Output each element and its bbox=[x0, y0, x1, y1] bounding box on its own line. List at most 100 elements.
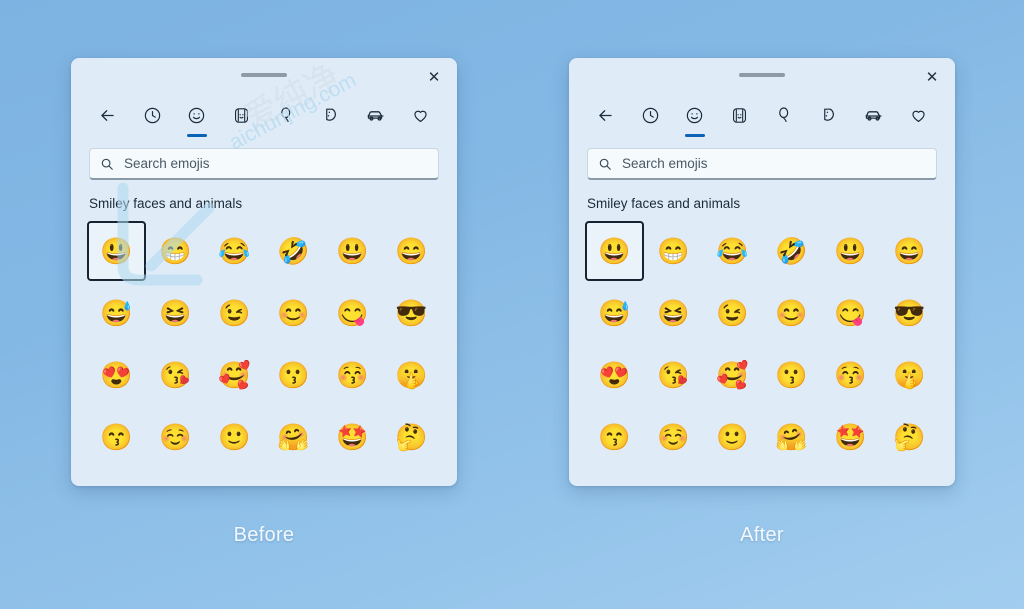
emoji-cell[interactable]: 😂 bbox=[205, 221, 264, 281]
emoji-cell[interactable]: 😁 bbox=[146, 221, 205, 281]
tab-back[interactable] bbox=[85, 94, 130, 136]
emoji-cell[interactable]: 😘 bbox=[146, 345, 205, 405]
back-icon bbox=[101, 109, 114, 121]
emoji-cell[interactable]: 🥰 bbox=[703, 345, 762, 405]
emoji-cell[interactable]: 🤫 bbox=[880, 345, 939, 405]
emoji-cell[interactable]: 😋 bbox=[821, 283, 880, 343]
emoji-cell[interactable]: 🤩 bbox=[323, 407, 382, 467]
drag-handle[interactable] bbox=[739, 73, 785, 77]
emoji-cell[interactable]: 😍 bbox=[585, 345, 644, 405]
tab-people[interactable] bbox=[219, 94, 264, 136]
close-button[interactable]: ✕ bbox=[915, 63, 949, 91]
section-title: Smiley faces and animals bbox=[89, 196, 243, 211]
tab-underline bbox=[276, 134, 296, 137]
emoji-cell[interactable]: 🙂 bbox=[703, 407, 762, 467]
emoji-cell[interactable]: 😚 bbox=[821, 345, 880, 405]
emoji-cell[interactable]: ☺️ bbox=[644, 407, 703, 467]
section-title: Smiley faces and animals bbox=[587, 196, 741, 211]
tab-underline bbox=[366, 134, 386, 137]
emoji-cell[interactable]: ☺️ bbox=[146, 407, 205, 467]
emoji-cell[interactable]: 😗 bbox=[762, 345, 821, 405]
emoji-cell[interactable]: 😂 bbox=[703, 221, 762, 281]
tab-food[interactable] bbox=[807, 94, 852, 136]
emoji-cell[interactable]: 😍 bbox=[87, 345, 146, 405]
tab-celebration[interactable] bbox=[762, 94, 807, 136]
emoji-thinking-face: 🤔 bbox=[395, 422, 428, 452]
tab-symbols[interactable] bbox=[896, 94, 941, 136]
emoji-cell[interactable]: 😅 bbox=[585, 283, 644, 343]
emoji-cell[interactable]: 😄 bbox=[880, 221, 939, 281]
tab-recent[interactable] bbox=[130, 94, 175, 136]
emoji-kissing-face-closed-eyes: 😚 bbox=[336, 360, 369, 390]
tab-underline bbox=[909, 134, 929, 137]
tab-celebration[interactable] bbox=[264, 94, 309, 136]
emoji-cell[interactable]: 😃 bbox=[323, 221, 382, 281]
emoji-grinning-face-big-eyes: 😃 bbox=[100, 236, 133, 266]
emoji-cell[interactable]: 😉 bbox=[205, 283, 264, 343]
emoji-cell[interactable]: 🤗 bbox=[762, 407, 821, 467]
emoji-grinning-face-smiling-eyes: 😄 bbox=[893, 236, 926, 266]
person-icon bbox=[235, 107, 249, 123]
tab-symbols[interactable] bbox=[398, 94, 443, 136]
emoji-grinning-face-big-eyes: 😃 bbox=[598, 236, 631, 266]
emoji-cell[interactable]: 🤫 bbox=[382, 345, 441, 405]
emoji-cell[interactable]: 🤣 bbox=[762, 221, 821, 281]
balloon-icon bbox=[281, 106, 291, 122]
emoji-cell[interactable]: 😊 bbox=[762, 283, 821, 343]
tab-food[interactable] bbox=[309, 94, 354, 136]
tab-travel[interactable] bbox=[354, 94, 399, 136]
emoji-rolling-on-the-floor-laughing: 🤣 bbox=[277, 236, 310, 266]
emoji-thinking-face: 🤔 bbox=[893, 422, 926, 452]
emoji-cell[interactable]: 😆 bbox=[146, 283, 205, 343]
category-tabstrip bbox=[569, 92, 955, 138]
emoji-cell[interactable]: 😋 bbox=[323, 283, 382, 343]
emoji-kissing-face: 😗 bbox=[775, 360, 808, 390]
emoji-cell[interactable]: 🤣 bbox=[264, 221, 323, 281]
emoji-cell[interactable]: 😅 bbox=[87, 283, 146, 343]
emoji-cell[interactable]: 😎 bbox=[880, 283, 939, 343]
emoji-cell[interactable]: 😎 bbox=[382, 283, 441, 343]
emoji-shushing-face: 🤫 bbox=[893, 360, 926, 390]
tab-people[interactable] bbox=[717, 94, 762, 136]
tab-travel[interactable] bbox=[852, 94, 897, 136]
emoji-cell-selected[interactable]: 😃 bbox=[585, 221, 644, 281]
emoji-cell-selected[interactable]: 😃 bbox=[87, 221, 146, 281]
emoji-smiling-face-smiling-eyes: 😊 bbox=[775, 298, 808, 328]
search-input[interactable] bbox=[124, 156, 428, 171]
emoji-cell[interactable]: 🤗 bbox=[264, 407, 323, 467]
tab-emoji[interactable] bbox=[175, 94, 220, 137]
search-box[interactable] bbox=[89, 148, 439, 180]
emoji-cell[interactable]: 😊 bbox=[264, 283, 323, 343]
heart-icon bbox=[414, 110, 427, 122]
tab-underline bbox=[595, 134, 615, 137]
emoji-cell[interactable]: 🤔 bbox=[880, 407, 939, 467]
emoji-cell[interactable]: 😁 bbox=[644, 221, 703, 281]
search-box[interactable] bbox=[587, 148, 937, 180]
emoji-cell[interactable]: 😙 bbox=[87, 407, 146, 467]
emoji-cell[interactable]: 😃 bbox=[821, 221, 880, 281]
search-input[interactable] bbox=[622, 156, 926, 171]
emoji-shushing-face: 🤫 bbox=[395, 360, 428, 390]
emoji-cell[interactable]: 😙 bbox=[585, 407, 644, 467]
tab-emoji[interactable] bbox=[673, 94, 718, 137]
emoji-cell[interactable]: 🤔 bbox=[382, 407, 441, 467]
tab-recent[interactable] bbox=[628, 94, 673, 136]
emoji-cell[interactable]: 🥰 bbox=[205, 345, 264, 405]
emoji-cell[interactable]: 🤩 bbox=[821, 407, 880, 467]
emoji-hugging-face: 🤗 bbox=[277, 422, 310, 452]
tab-back[interactable] bbox=[583, 94, 628, 136]
back-icon bbox=[599, 109, 612, 121]
emoji-cell[interactable]: 😉 bbox=[703, 283, 762, 343]
tab-underline bbox=[864, 134, 884, 137]
drag-handle[interactable] bbox=[241, 73, 287, 77]
emoji-cell[interactable]: 😗 bbox=[264, 345, 323, 405]
emoji-cell[interactable]: 😆 bbox=[644, 283, 703, 343]
emoji-cell[interactable]: 🙂 bbox=[205, 407, 264, 467]
emoji-cell[interactable]: 😘 bbox=[644, 345, 703, 405]
emoji-rolling-on-the-floor-laughing: 🤣 bbox=[775, 236, 808, 266]
emoji-cell[interactable]: 😚 bbox=[323, 345, 382, 405]
close-button[interactable]: ✕ bbox=[417, 63, 451, 91]
clock-icon bbox=[642, 107, 658, 123]
emoji-cell[interactable]: 😄 bbox=[382, 221, 441, 281]
emoji-face-with-tears-of-joy: 😂 bbox=[716, 236, 749, 266]
